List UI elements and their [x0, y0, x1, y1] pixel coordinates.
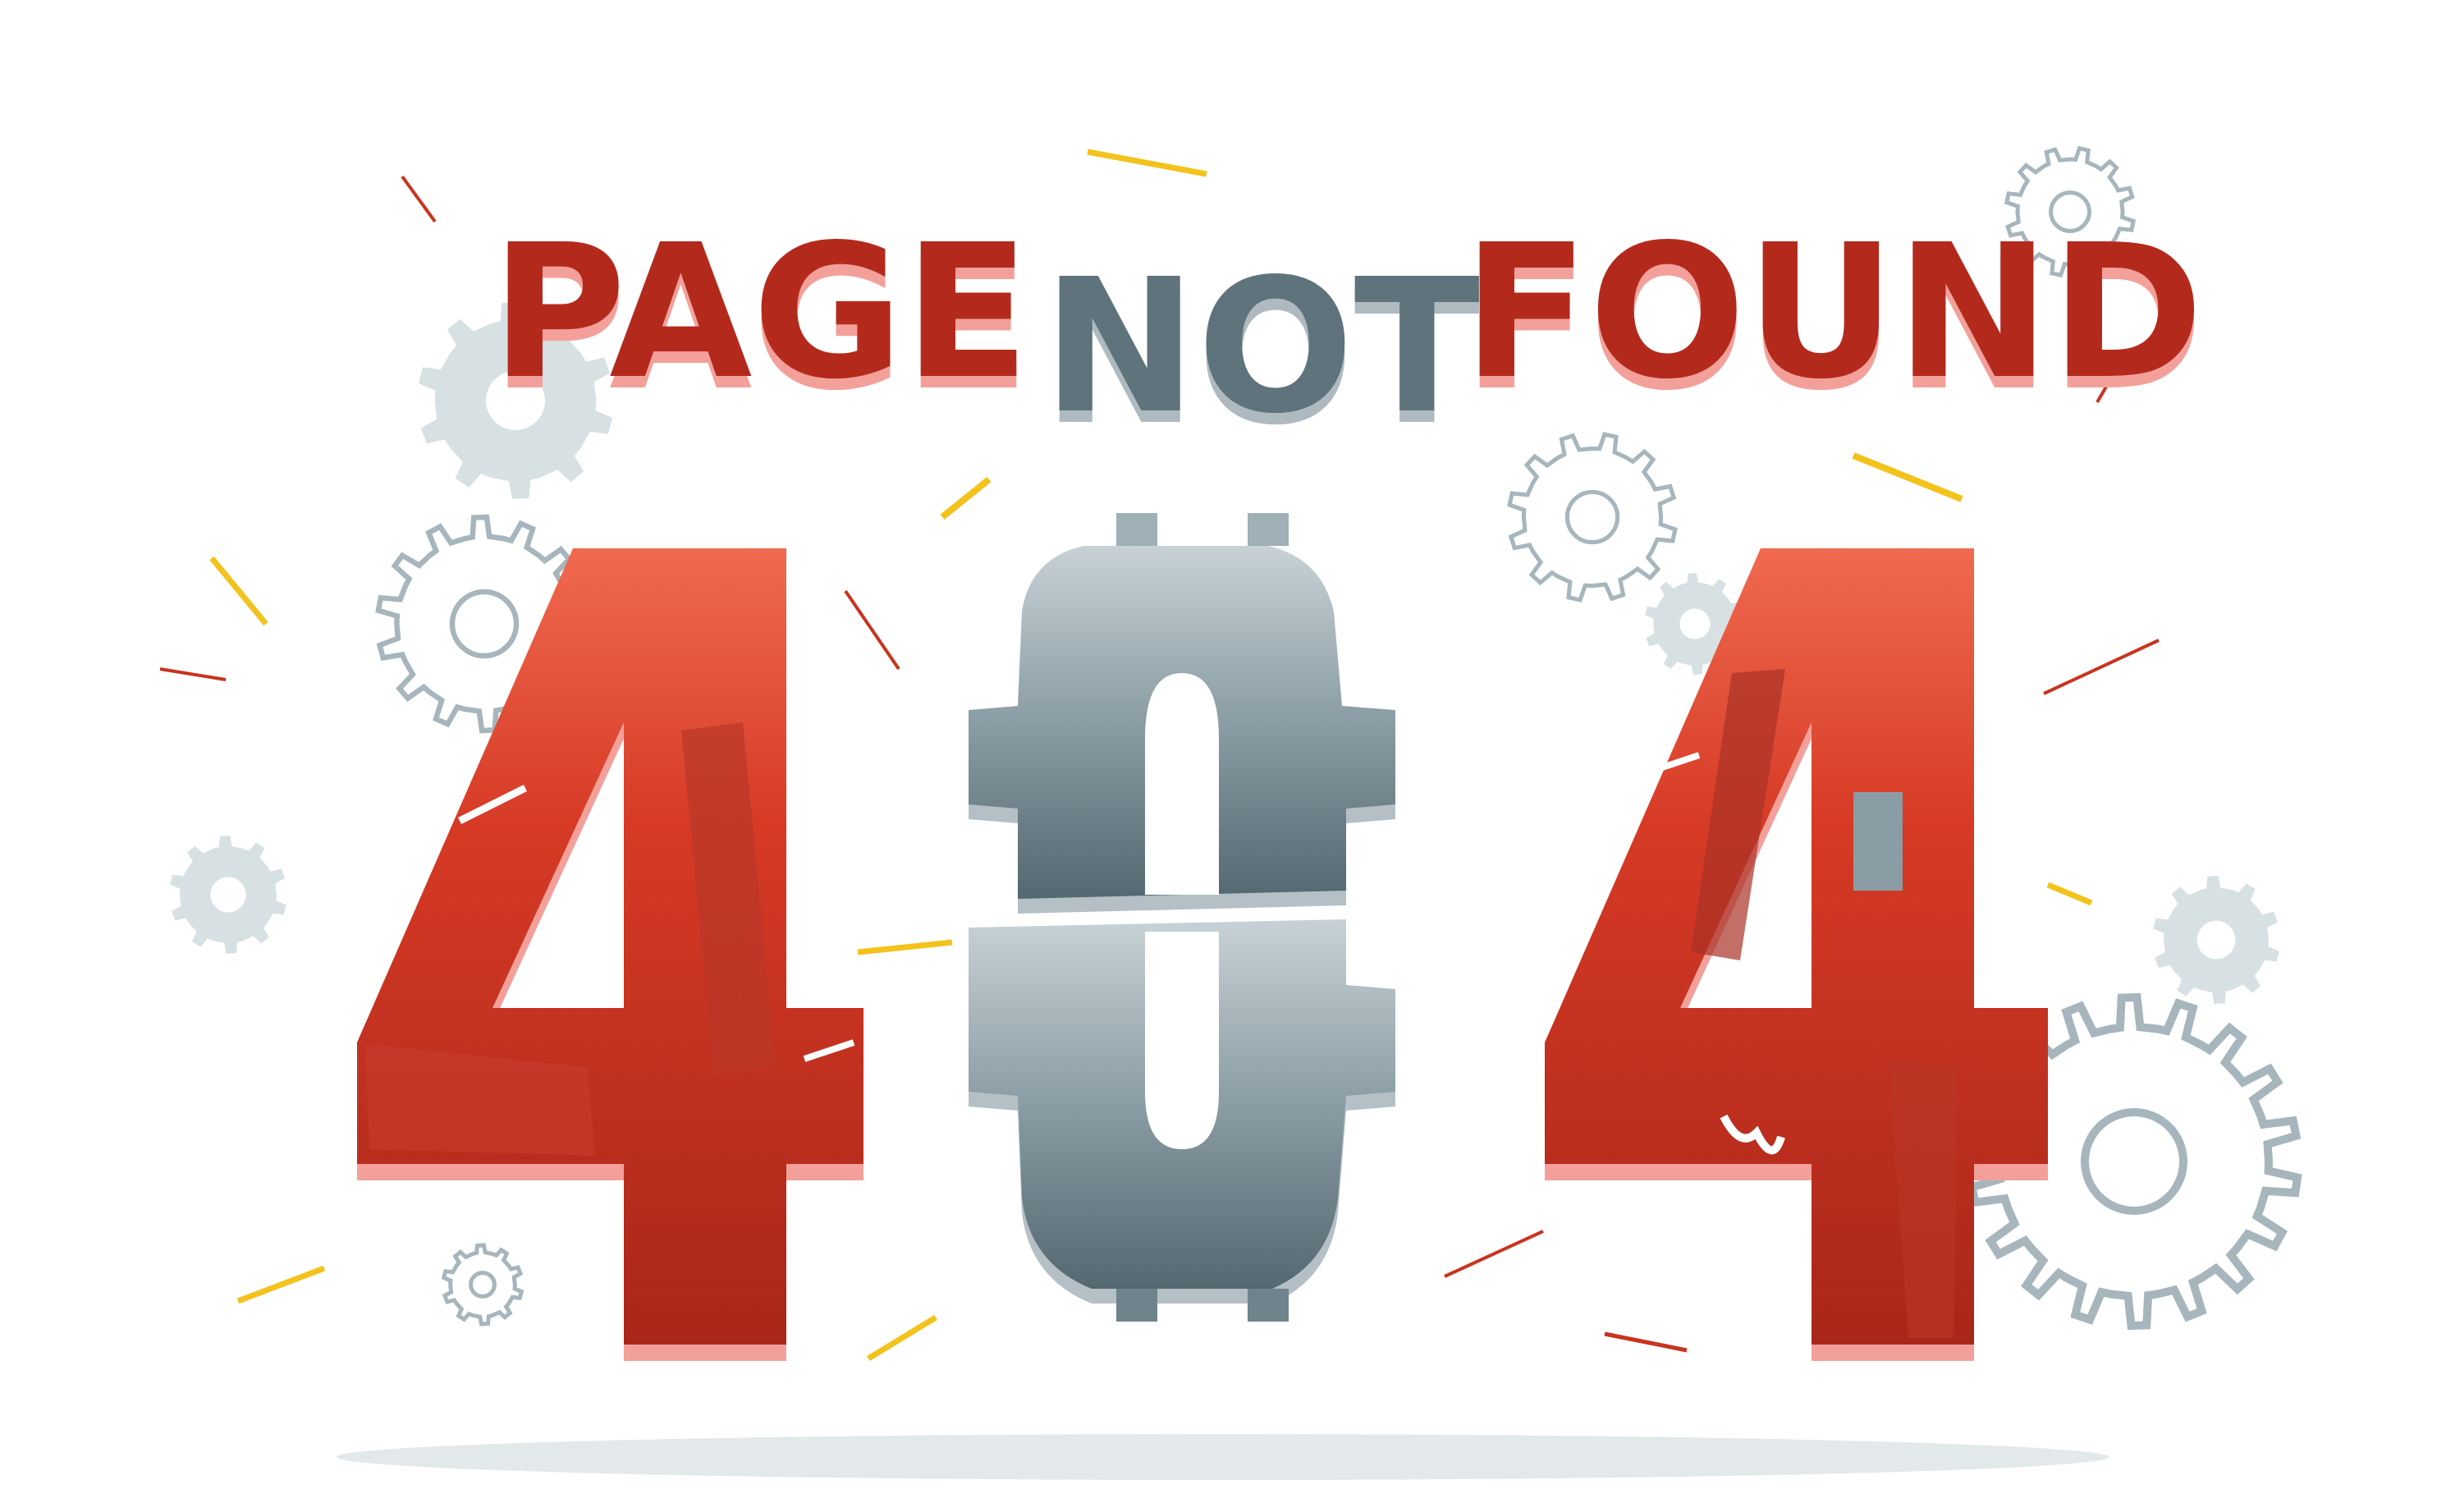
confetti-line — [940, 476, 992, 520]
confetti-line — [867, 1315, 937, 1361]
confetti-line — [844, 589, 900, 671]
headline-word-page-main: PAGE — [491, 205, 1030, 420]
gear-hub — [1564, 489, 1620, 545]
digit-four-right — [1545, 548, 2048, 1361]
confetti-line — [1852, 452, 1963, 502]
confetti-line — [209, 556, 268, 626]
gear-hub — [449, 589, 520, 659]
confetti-line — [1087, 149, 1207, 177]
confetti-line — [2046, 882, 2093, 906]
error-404-illustration: PAGE PAGE NOT NOT FOUND FOUND — [159, 145, 2302, 1480]
digit-four-left — [357, 548, 863, 1361]
confetti-line — [236, 1265, 326, 1304]
confetti-line — [1444, 1230, 1544, 1278]
confetti-line — [1604, 1331, 1688, 1353]
confetti-line — [159, 667, 227, 681]
gear-hub — [2196, 920, 2236, 960]
confetti-line — [857, 939, 953, 955]
gear-hub — [2081, 1108, 2187, 1215]
floor-shadow — [337, 1434, 2109, 1480]
gear-icon — [441, 1243, 524, 1326]
gear-hub — [210, 877, 246, 913]
gear-hub — [469, 1271, 497, 1299]
confetti-line — [2043, 639, 2160, 695]
gear-hub — [1679, 608, 1711, 639]
confetti-line — [401, 175, 437, 223]
headline-word-found: FOUND — [1463, 205, 2204, 420]
gear-icon — [1507, 432, 1678, 603]
digit-zero-gear — [969, 513, 1395, 1322]
headline-word-not: NOT — [1042, 240, 1480, 455]
